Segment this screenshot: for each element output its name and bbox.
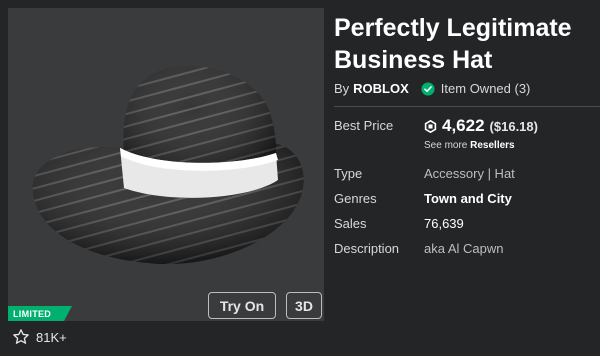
hat-image bbox=[32, 65, 304, 265]
item-title-line-1: Perfectly Legitimate bbox=[334, 14, 572, 42]
robux-icon bbox=[424, 119, 437, 133]
genres-value[interactable]: Town and City bbox=[424, 191, 512, 206]
resellers-link[interactable]: See more Resellers bbox=[424, 140, 515, 151]
price-usd: ($16.18) bbox=[489, 118, 538, 134]
resellers-link-text[interactable]: Resellers bbox=[470, 140, 514, 151]
item-title: Perfectly Legitimate Business Hat bbox=[334, 12, 600, 76]
description-value: aka Al Capwn bbox=[424, 241, 504, 256]
star-outline-icon[interactable] bbox=[12, 328, 30, 346]
resellers-prefix: See more bbox=[424, 140, 468, 151]
creator-byline: By ROBLOX Item Owned (3) bbox=[334, 81, 530, 96]
check-circle-icon bbox=[421, 81, 435, 96]
by-label: By bbox=[334, 81, 350, 96]
try-on-button[interactable]: Try On bbox=[208, 292, 276, 319]
3d-view-button[interactable]: 3D bbox=[286, 292, 322, 319]
owned-status: Item Owned (3) bbox=[440, 81, 531, 96]
divider bbox=[334, 106, 600, 107]
type-value: Accessory | Hat bbox=[424, 166, 515, 181]
creator-link[interactable]: ROBLOX bbox=[353, 81, 409, 96]
description-label: Description bbox=[334, 241, 400, 256]
price-value: 4,622 ($16.18) bbox=[424, 116, 538, 136]
item-thumbnail: Try On 3D bbox=[8, 8, 324, 321]
sales-value: 76,639 bbox=[424, 216, 464, 231]
price-label: Best Price bbox=[334, 118, 394, 133]
genres-label: Genres bbox=[334, 191, 377, 206]
favorite-control[interactable]: 81K+ bbox=[12, 328, 67, 346]
favorite-count: 81K+ bbox=[36, 329, 67, 345]
price-amount: 4,622 bbox=[442, 116, 485, 135]
item-title-line-2: Business Hat bbox=[334, 46, 493, 74]
type-label: Type bbox=[334, 166, 363, 181]
limited-badge: LIMITED bbox=[8, 306, 72, 321]
sales-label: Sales bbox=[334, 216, 367, 231]
